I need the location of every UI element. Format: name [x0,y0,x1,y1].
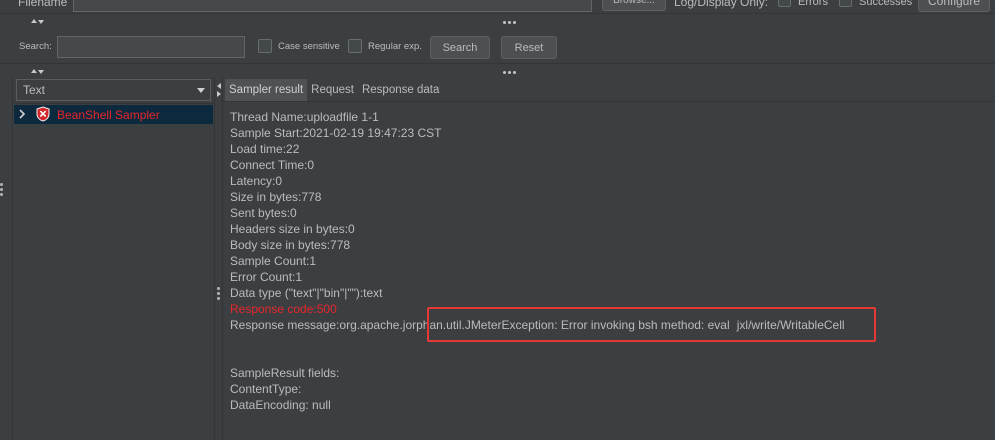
response-message-line: Response message:org.apache.jorphan.util… [230,318,845,332]
divider-grip-icon[interactable] [503,21,516,24]
chevron-right-icon[interactable] [18,109,26,119]
tab-request[interactable]: Request [307,79,358,101]
grip-dot [508,21,511,24]
grip-dot [513,21,516,24]
errors-checkbox[interactable] [778,0,791,7]
result-line: Sample Count:1 [230,254,317,268]
regular-exp-label[interactable]: Regular exp. [368,41,422,53]
regular-exp-checkbox[interactable] [348,39,362,53]
result-line: Latency:0 [230,174,283,188]
grip-dot [217,297,220,300]
expand-down-arrow-icon[interactable] [38,70,44,74]
case-sensitive-label[interactable]: Case sensitive [278,41,340,53]
chevron-down-icon[interactable] [197,88,205,93]
collapse-left-arrow-icon[interactable] [217,83,221,89]
grip-dot [217,292,220,295]
divider-grip-icon[interactable] [217,287,220,300]
divider-grip-icon[interactable] [0,183,3,196]
grip-dot [513,71,516,74]
log-display-only-label: Log/Display Only: [674,0,769,9]
successes-label[interactable]: Successes [859,0,912,9]
result-line: DataEncoding: null [230,398,331,412]
result-line: Headers size in bytes:0 [230,222,355,236]
result-tabs: Sampler result Request Response data [225,79,443,101]
filename-label: Filename [18,0,68,9]
result-line: Error Count:1 [230,270,303,284]
result-line: Data type ("text"|"bin"|""):text [230,286,383,300]
result-line: Thread Name:uploadfile 1-1 [230,110,379,124]
tree-item-beanshell-sampler[interactable]: BeanShell Sampler [14,105,213,124]
result-line: Load time:22 [230,142,300,156]
result-line: SampleResult fields: [230,366,340,380]
grip-dot [508,71,511,74]
reset-button[interactable]: Reset [501,36,557,59]
result-line: Sample Start:2021-02-19 19:47:23 CST [230,126,442,140]
grip-dot [503,21,506,24]
grip-dot [0,193,3,196]
browse-button[interactable]: Browse... [602,0,666,11]
error-shield-icon [36,106,50,122]
result-line: Size in bytes:778 [230,190,322,204]
expand-down-arrow-icon[interactable] [38,20,44,24]
result-line: Body size in bytes:778 [230,238,351,252]
result-line: Sent bytes:0 [230,206,297,220]
results-tree: BeanShell Sampler [14,103,214,440]
collapse-up-arrow-icon[interactable] [31,19,37,23]
result-line: Connect Time:0 [230,158,315,172]
sampler-result-lines: Thread Name:uploadfile 1-1 Sample Start:… [230,109,845,333]
configure-button[interactable]: Configure [918,0,990,12]
split-divider-results[interactable] [0,63,995,77]
tab-sampler-result[interactable]: Sampler result [225,79,308,101]
search-label: Search: [19,41,52,52]
case-sensitive-checkbox[interactable] [258,39,272,53]
renderer-select-value: Text [23,83,46,97]
grip-dot [217,287,220,290]
expand-right-arrow-icon[interactable] [217,91,221,97]
grip-dot [0,188,3,191]
renderer-select[interactable]: Text [16,79,211,101]
collapse-up-arrow-icon[interactable] [31,69,37,73]
split-divider-vertical[interactable] [214,77,223,440]
search-button[interactable]: Search [430,36,490,59]
response-code-line: Response code:500 [230,302,337,316]
successes-checkbox[interactable] [839,0,852,7]
outer-split-divider[interactable] [0,77,13,440]
divider-grip-icon[interactable] [503,71,516,74]
split-divider-top[interactable] [0,13,995,28]
grip-dot [0,183,3,186]
filename-input[interactable] [73,0,592,12]
tree-item-label: BeanShell Sampler [57,108,160,122]
search-input[interactable] [57,36,245,58]
results-tree-panel: Text BeanShell Sampler [14,77,214,440]
grip-dot [503,71,506,74]
sample-result-fields: SampleResult fields: ContentType: DataEn… [230,365,339,413]
result-line: ContentType: [230,382,302,396]
errors-label[interactable]: Errors [798,0,828,9]
tab-response-data[interactable]: Response data [358,79,443,101]
